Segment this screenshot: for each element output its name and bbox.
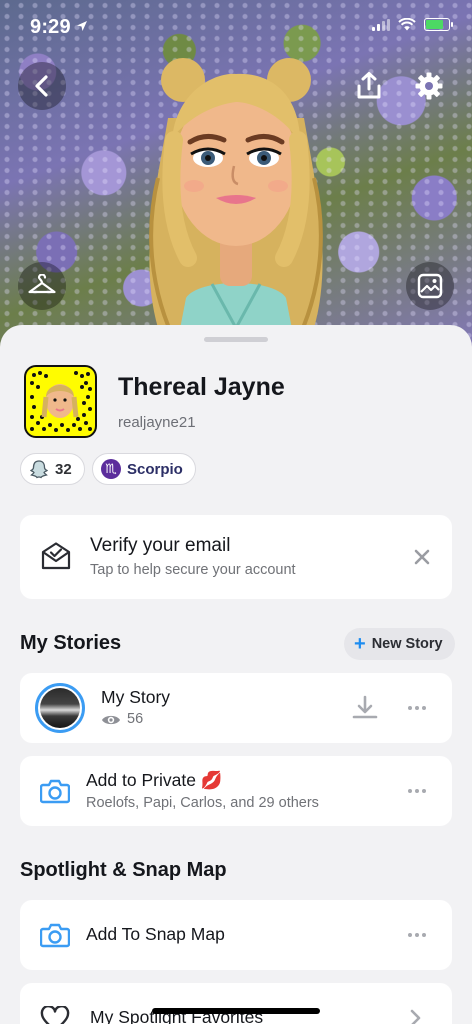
my-story-row[interactable]: My Story 56 — [20, 673, 452, 743]
hanger-icon — [28, 274, 56, 294]
status-bar: 9:29 — [0, 0, 472, 52]
bitmoji-avatar — [149, 58, 323, 360]
my-story-title: My Story — [101, 687, 171, 707]
snap-score-value: 32 — [55, 460, 72, 478]
spotlight-favorites-row[interactable]: My Spotlight Favorites — [20, 983, 452, 1024]
spotlight-snap-map-title: Spotlight & Snap Map — [20, 859, 227, 881]
add-to-private-row[interactable]: Add to Private 💋 Roelofs, Papi, Carlos, … — [20, 756, 452, 826]
more-options-icon[interactable] — [408, 789, 426, 793]
zodiac-label: Scorpio — [127, 460, 183, 478]
settings-button[interactable] — [405, 62, 453, 110]
download-icon[interactable] — [352, 695, 378, 721]
back-button[interactable] — [18, 62, 66, 110]
location-arrow-icon — [77, 21, 87, 31]
username: realjayne21 — [118, 414, 196, 431]
outfit-button[interactable] — [18, 262, 66, 310]
wifi-icon — [398, 18, 416, 31]
more-options-icon[interactable] — [408, 933, 426, 937]
snapcode[interactable] — [24, 365, 97, 438]
bitmoji-background-button[interactable] — [406, 262, 454, 310]
scorpio-icon: ♏ — [101, 459, 121, 479]
ghost-icon — [29, 460, 49, 479]
camera-icon — [40, 779, 70, 804]
zodiac-chip[interactable]: ♏ Scorpio — [92, 453, 196, 485]
image-frame-icon — [417, 273, 443, 299]
plus-icon: + — [354, 633, 366, 655]
new-story-label: New Story — [371, 636, 443, 652]
more-options-icon[interactable] — [408, 706, 426, 710]
close-icon[interactable] — [414, 549, 430, 565]
status-icons — [372, 18, 453, 31]
share-button[interactable] — [345, 62, 393, 110]
battery-icon — [424, 18, 453, 31]
eye-icon — [102, 715, 120, 725]
profile-sheet: Thereal Jayne realjayne21 32 ♏ Scorpio V… — [0, 325, 472, 1024]
chevron-right-icon — [410, 1009, 421, 1024]
share-icon — [357, 72, 381, 99]
verify-email-card[interactable]: Verify your email Tap to help secure you… — [20, 515, 452, 599]
camera-icon — [40, 923, 70, 948]
story-thumbnail[interactable] — [35, 683, 85, 733]
snap-score-chip[interactable]: 32 — [20, 453, 85, 485]
add-to-private-title: Add to Private 💋 — [86, 770, 223, 790]
add-to-snap-map-row[interactable]: Add To Snap Map — [20, 900, 452, 970]
display-name: Thereal Jayne — [118, 373, 285, 401]
status-time: 9:29 — [30, 16, 71, 38]
home-indicator[interactable] — [152, 1008, 320, 1014]
my-stories-title: My Stories — [20, 632, 122, 654]
add-to-snap-map-title: Add To Snap Map — [86, 924, 225, 944]
envelope-check-icon — [41, 542, 71, 570]
sheet-grabber[interactable] — [204, 337, 268, 342]
bitmoji-backdrop: 9:29 — [0, 0, 472, 360]
chevron-left-icon — [35, 75, 48, 97]
verify-email-title: Verify your email — [90, 535, 231, 556]
verify-email-subtitle: Tap to help secure your account — [90, 562, 296, 578]
gear-icon — [415, 72, 443, 100]
snapcode-dots — [30, 371, 92, 432]
my-story-views: 56 — [127, 711, 144, 727]
add-to-private-subtitle: Roelofs, Papi, Carlos, and 29 others — [86, 795, 319, 811]
new-story-button[interactable]: + New Story — [344, 628, 455, 660]
heart-icon — [40, 1006, 70, 1024]
signal-icon — [372, 18, 390, 31]
